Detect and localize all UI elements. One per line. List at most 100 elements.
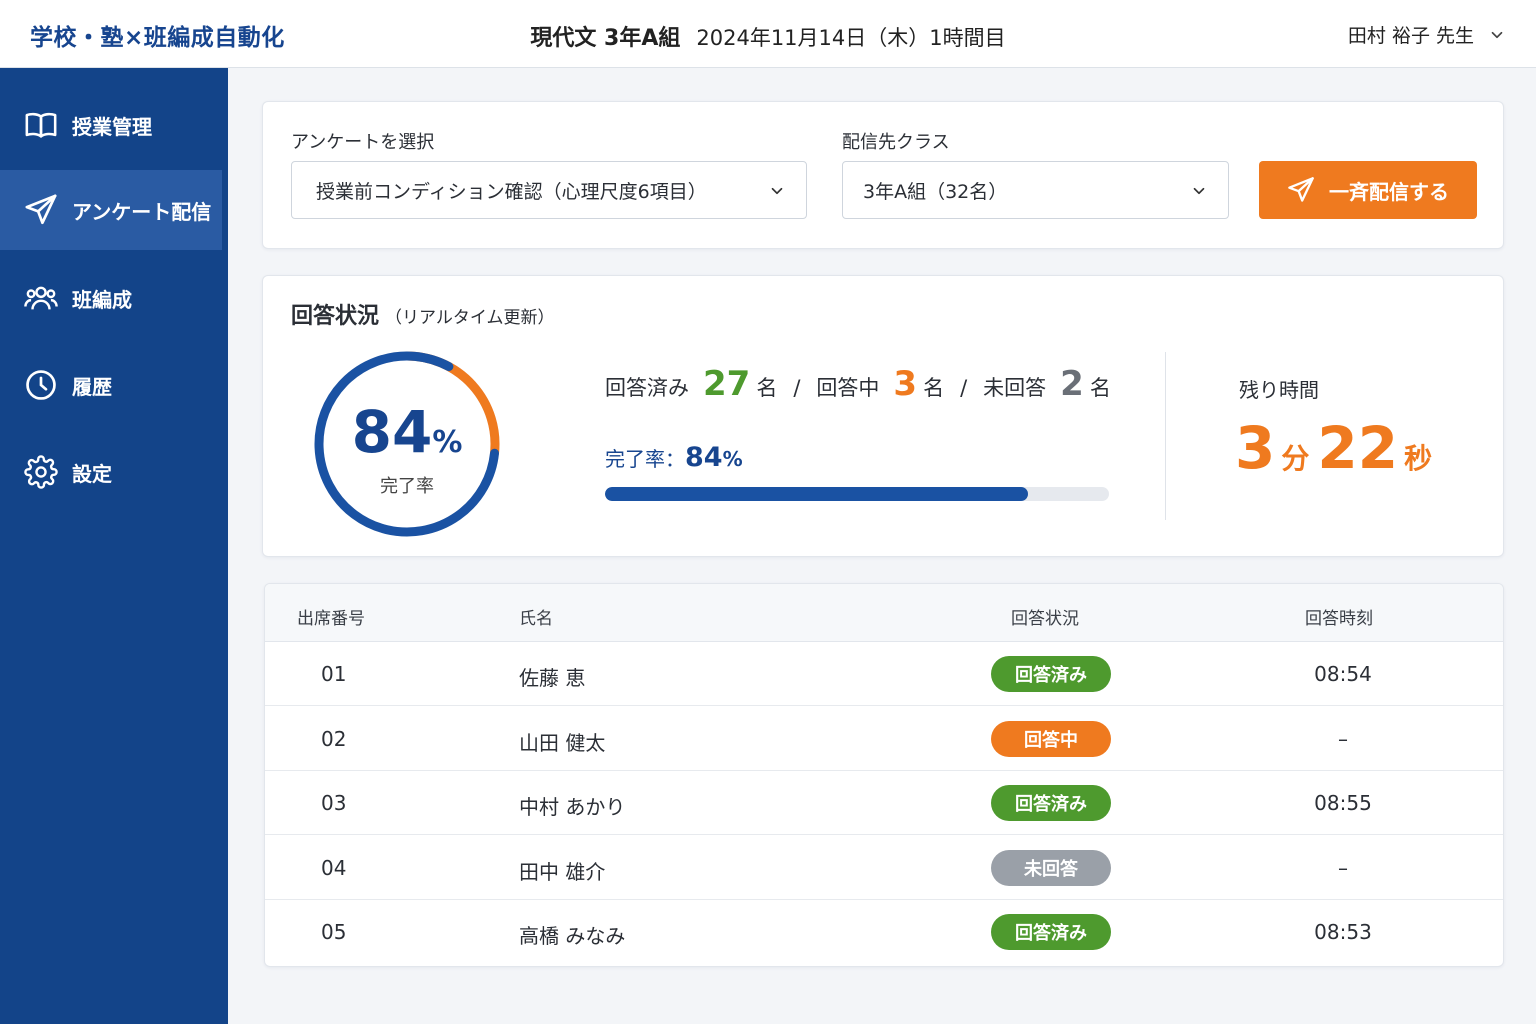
student-number: 04: [321, 855, 347, 880]
sidebar-item-settings[interactable]: 設定: [0, 432, 222, 512]
completion-rate-value: 84: [685, 442, 723, 473]
response-status-card: 回答状況 （リアルタイム更新） 84% 完了率 回答済み 27 名 / 回答中 3…: [262, 275, 1504, 557]
sidebar-item-history[interactable]: 履歴: [0, 345, 222, 425]
sidebar-item-label: 履歴: [72, 374, 112, 399]
completion-progress-bar: [605, 487, 1109, 501]
student-name: 佐藤 恵: [519, 666, 586, 690]
chevron-down-icon: [1193, 187, 1205, 195]
answered-label: 回答済み: [605, 376, 689, 400]
user-menu[interactable]: 田村 裕子 先生: [1348, 21, 1506, 48]
response-time: –: [1338, 726, 1348, 751]
survey-select-label: アンケートを選択: [291, 132, 435, 153]
count-unit: 名: [1089, 376, 1111, 400]
table-row[interactable]: 03 中村 あかり 回答済み 08:55: [265, 771, 1503, 835]
completion-progress-fill: [605, 487, 1029, 501]
sidebar-item-lesson-management[interactable]: 授業管理: [0, 85, 222, 165]
answered-count: 27: [703, 364, 751, 404]
lesson-info: 現代文 3年A組 2024年11月14日（木）1時間目: [0, 20, 1536, 52]
sidebar: 授業管理 アンケート配信 班編成 履歴 設定: [0, 68, 228, 1024]
survey-select-card: アンケートを選択 授業前コンディション確認（心理尺度6項目） 配信先クラス 3年…: [262, 101, 1504, 249]
status-badge: 未回答: [991, 849, 1111, 886]
col-header-time: 回答時刻: [1305, 609, 1373, 629]
count-separator: /: [960, 376, 968, 400]
table-header: 出席番号 氏名 回答状況 回答時刻: [265, 584, 1503, 642]
sidebar-item-label: 班編成: [72, 287, 132, 312]
col-header-name: 氏名: [519, 609, 553, 629]
status-badge: 回答済み: [991, 785, 1111, 821]
gear-icon: [24, 455, 58, 489]
student-name: 高橋 みなみ: [519, 924, 626, 948]
chevron-down-icon: [771, 187, 783, 195]
remaining-time: 3 分 22 秒: [1235, 414, 1440, 482]
status-title-text: 回答状況: [291, 304, 380, 329]
percent-sign: %: [432, 425, 463, 460]
class-select-label: 配信先クラス: [842, 132, 950, 153]
status-divider: [1165, 352, 1166, 520]
in-progress-label: 回答中: [816, 376, 880, 400]
status-badge: 回答中: [991, 720, 1111, 757]
class-select-value: 3年A組（32名）: [863, 180, 1008, 203]
percent-sign: %: [722, 447, 743, 471]
response-counts: 回答済み 27 名 / 回答中 3 名 / 未回答 2 名: [605, 364, 1111, 404]
student-name: 中村 あかり: [519, 795, 626, 819]
top-header: 学校・塾×班編成自動化 現代文 3年A組 2024年11月14日（木）1時間目 田…: [0, 0, 1536, 68]
completion-ring-label: 完了率: [380, 476, 434, 497]
users-icon: [24, 286, 58, 310]
chevron-down-icon: [1491, 31, 1503, 38]
unanswered-count: 2: [1060, 364, 1084, 404]
remaining-seconds: 22: [1317, 414, 1399, 482]
col-header-number: 出席番号: [297, 609, 365, 629]
send-icon: [25, 194, 57, 225]
send-icon: [1288, 177, 1314, 202]
completion-rate: 完了率：84%: [605, 442, 743, 473]
response-time: 08:55: [1314, 791, 1372, 815]
student-name: 山田 健太: [519, 730, 606, 755]
survey-select[interactable]: 授業前コンディション確認（心理尺度6項目）: [291, 161, 807, 219]
col-header-status: 回答状況: [1011, 609, 1079, 629]
clock-icon: [26, 370, 56, 400]
count-unit: 名: [923, 376, 945, 400]
class-select[interactable]: 3年A組（32名）: [842, 161, 1229, 219]
status-badge: 回答済み: [991, 914, 1111, 950]
completion-percent-value: 84: [351, 398, 433, 466]
user-name: 田村 裕子 先生: [1347, 25, 1474, 47]
sidebar-item-group-formation[interactable]: 班編成: [0, 258, 222, 338]
remaining-time-label: 残り時間: [1239, 378, 1319, 402]
book-icon: [25, 112, 57, 138]
ring-center: 84% 完了率: [307, 344, 507, 544]
count-unit: 名: [756, 376, 778, 400]
student-number: 02: [321, 726, 347, 751]
response-time: 08:54: [1314, 662, 1372, 686]
survey-select-value: 授業前コンディション確認（心理尺度6項目）: [316, 180, 707, 203]
student-response-table: 出席番号 氏名 回答状況 回答時刻 01 佐藤 恵回答済み 08:54 02 山田 健太…: [264, 583, 1504, 967]
bulk-send-label: 一斉配信する: [1329, 181, 1449, 204]
table-row[interactable]: 05 高橋 みなみ 回答済み 08:53: [265, 900, 1503, 964]
student-name: 田中 雄介: [519, 859, 606, 884]
status-badge: 回答済み: [991, 656, 1111, 692]
class-name: 現代文 3年A組: [530, 26, 681, 51]
remaining-minutes: 3: [1235, 414, 1276, 482]
status-subtitle: （リアルタイム更新）: [385, 308, 555, 328]
sidebar-item-label: 授業管理: [72, 114, 152, 139]
table-row[interactable]: 04 田中 雄介 未回答 –: [265, 836, 1503, 900]
student-number: 03: [321, 791, 347, 815]
unanswered-label: 未回答: [983, 376, 1047, 400]
seconds-unit: 秒: [1404, 442, 1433, 475]
lesson-date-period: 2024年11月14日（木）1時間目: [696, 26, 1006, 50]
status-title: 回答状況 （リアルタイム更新）: [291, 298, 555, 330]
sidebar-item-label: 設定: [72, 461, 112, 486]
completion-percent: 84%: [307, 398, 507, 466]
count-separator: /: [793, 376, 801, 400]
student-number: 01: [321, 662, 347, 686]
sidebar-item-survey-delivery[interactable]: アンケート配信: [0, 170, 222, 250]
bulk-send-button[interactable]: 一斉配信する: [1259, 161, 1477, 219]
sidebar-item-label: アンケート配信: [72, 199, 212, 224]
response-time: –: [1338, 855, 1348, 880]
completion-rate-label: 完了率：: [605, 447, 685, 471]
table-row[interactable]: 02 山田 健太 回答中 –: [265, 707, 1503, 771]
response-time: 08:53: [1314, 920, 1372, 944]
minutes-unit: 分: [1281, 442, 1310, 475]
in-progress-count: 3: [893, 364, 918, 404]
student-number: 05: [321, 920, 347, 944]
table-row[interactable]: 01 佐藤 恵 回答済み 08:54: [265, 642, 1503, 706]
